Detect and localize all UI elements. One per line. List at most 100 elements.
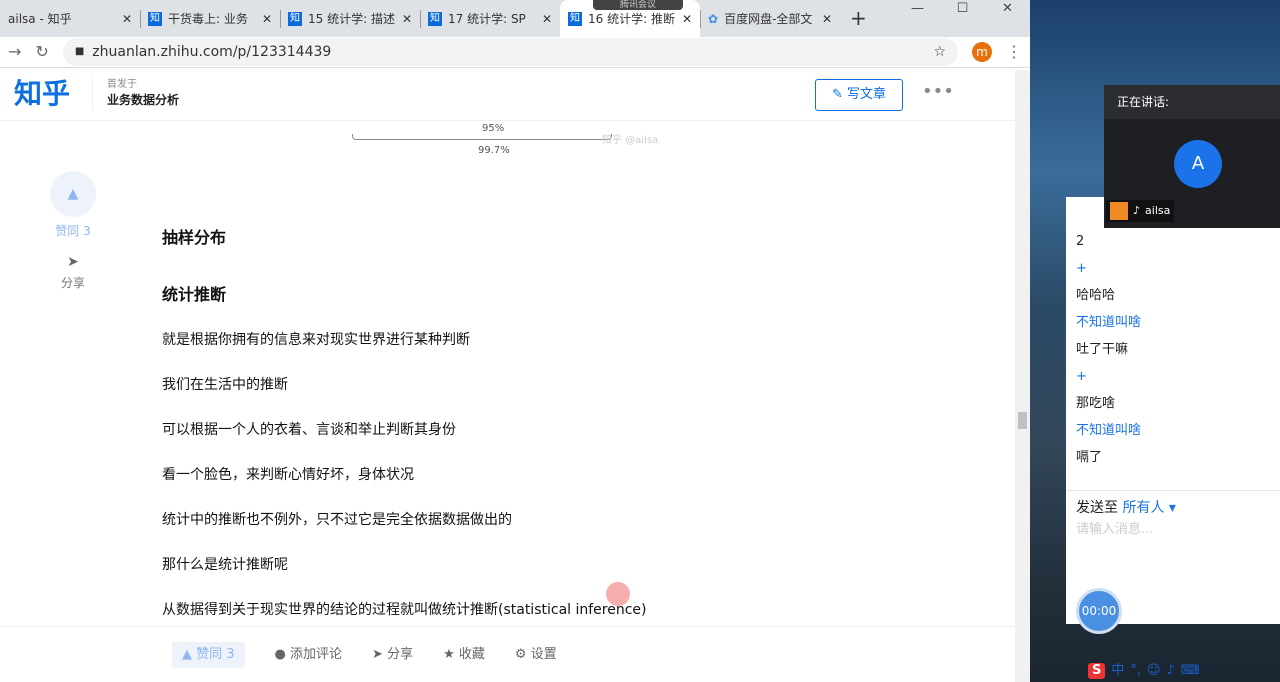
tab-3[interactable]: 知 17 统计学: SP ✕ — [420, 0, 560, 37]
write-article-button[interactable]: ✎ 写文章 — [815, 79, 903, 111]
scrollbar-thumb[interactable] — [1018, 412, 1027, 429]
share-icon[interactable]: ➤ — [50, 253, 96, 271]
meeting-pill[interactable]: 腾讯会议 — [593, 0, 683, 10]
ime-toolbar: S 中 °, ☺ ♪ ⌨ — [1088, 662, 1200, 680]
close-icon[interactable]: ✕ — [542, 11, 552, 27]
close-icon[interactable]: ✕ — [402, 11, 412, 27]
tab-title: ailsa - 知乎 — [8, 11, 72, 26]
share-label[interactable]: 分享 — [50, 275, 96, 291]
paragraph: 从数据得到关于现实世界的结论的过程就叫做统计推断(statistical inf… — [162, 602, 647, 618]
close-icon[interactable]: ✕ — [122, 11, 132, 27]
chat-messages: 2 + 哈哈哈 不知道叫啥 吐了干嘛 + 那吃啥 不知道叫啥 嗝了 — [1066, 197, 1280, 475]
heading: 统计推断 — [162, 285, 227, 304]
star-icon: ★ — [443, 646, 455, 662]
chat-message: + — [1076, 369, 1087, 384]
lock-icon: ■ — [74, 46, 85, 57]
write-label: 写文章 — [847, 87, 887, 103]
forward-icon[interactable]: → — [8, 43, 21, 61]
article-content: 95% 99.7% 知乎 @ailsa ▲ 赞同 3 ➤ 分享 抽样分布 统计推… — [0, 121, 1015, 626]
zhihu-icon: 知 — [428, 11, 442, 26]
figure-fragment: 95% 99.7% 知乎 @ailsa — [352, 121, 672, 161]
share-icon: ➤ — [372, 646, 383, 662]
mouse-cursor-highlight — [606, 582, 630, 606]
zhihu-header: 知乎 首发于业务数据分析 ✎ 写文章 ••• — [0, 68, 1030, 121]
recording-timer[interactable]: 00:00 — [1076, 588, 1122, 634]
upvote-button[interactable]: ▲ — [50, 171, 96, 217]
zhihu-icon: 知 — [288, 11, 302, 26]
bracket-line — [352, 134, 612, 140]
column-name: 业务数据分析 — [107, 93, 180, 107]
side-actions: ▲ 赞同 3 ➤ 分享 — [50, 171, 96, 291]
share-label: 分享 — [387, 646, 414, 662]
ime-mode[interactable]: 中 — [1111, 663, 1124, 679]
upvote-button[interactable]: ▲ 赞同 3 — [172, 641, 245, 668]
settings-button[interactable]: ⚙ 设置 — [515, 646, 557, 664]
emoji-icon[interactable]: ☺ — [1147, 663, 1161, 679]
tab-5[interactable]: ✿ 百度网盘-全部文 ✕ — [700, 0, 840, 37]
comment-button[interactable]: ● 添加评论 — [275, 646, 343, 664]
close-icon[interactable]: ✕ — [822, 11, 832, 27]
ime-punct[interactable]: °, — [1130, 663, 1141, 679]
url-text: zhuanlan.zhihu.com/p/123314439 — [92, 44, 332, 60]
chat-input[interactable]: 请输入消息... — [1076, 522, 1153, 538]
window-controls: — ☐ ✕ — [895, 0, 1030, 18]
more-icon[interactable]: ••• — [922, 82, 954, 102]
label-99-7: 99.7% — [478, 145, 510, 156]
baidu-cloud-icon: ✿ — [708, 11, 719, 26]
tab-bar: ailsa - 知乎 ✕ 知干货毒上: 业务 ✕ 知 15 统计学: 描述 ✕ 知 17 … — [0, 0, 1030, 37]
column-prefix: 首发于 — [107, 79, 137, 90]
chat-message: 那吃啥 — [1076, 396, 1116, 411]
maximize-icon[interactable]: ☐ — [940, 0, 985, 18]
sogou-logo[interactable]: S — [1088, 663, 1106, 679]
paragraph: 我们在生活中的推断 — [162, 377, 288, 393]
close-icon[interactable]: ✕ — [262, 11, 272, 27]
mic-icon: ♪ — [1133, 204, 1141, 217]
zhihu-icon: 知 — [148, 11, 162, 26]
chat-message: + — [1076, 261, 1087, 276]
speaker-tag: ♪ ailsa — [1106, 200, 1175, 222]
url-input[interactable]: ■ zhuanlan.zhihu.com/p/123314439 ☆ — [62, 38, 958, 66]
star-icon[interactable]: ☆ — [933, 43, 946, 61]
collect-button[interactable]: ★ 收藏 — [443, 646, 485, 664]
tab-title: 干货毒上: 业务 — [168, 11, 248, 26]
tab-title: 15 统计学: 描述 — [308, 11, 395, 26]
mic-icon[interactable]: ♪ — [1167, 663, 1175, 679]
minimize-icon[interactable]: — — [895, 0, 940, 18]
comment-label: 添加评论 — [290, 646, 343, 662]
close-window-icon[interactable]: ✕ — [985, 0, 1030, 18]
new-tab-button[interactable]: + — [840, 0, 877, 37]
send-to-bar: 发送至 所有人 ▾ — [1066, 490, 1280, 525]
close-icon[interactable]: ✕ — [682, 11, 692, 27]
tab-0[interactable]: ailsa - 知乎 ✕ — [0, 0, 140, 37]
keyboard-icon[interactable]: ⌨ — [1181, 663, 1200, 679]
tab-2[interactable]: 知 15 统计学: 描述 ✕ — [280, 0, 420, 37]
edit-icon: ✎ — [831, 87, 843, 103]
tab-1[interactable]: 知干货毒上: 业务 ✕ — [140, 0, 280, 37]
zhihu-icon: 知 — [568, 11, 582, 26]
user-icon — [1110, 202, 1128, 220]
column-info[interactable]: 首发于 业务数据分析 — [92, 78, 179, 110]
share-button[interactable]: ➤ 分享 — [372, 646, 413, 664]
tab-title: 百度网盘-全部文 — [724, 11, 813, 26]
scrollbar[interactable] — [1015, 70, 1030, 682]
recipient-dropdown[interactable]: 所有人 ▾ — [1122, 500, 1175, 516]
speaker-name: ailsa — [1145, 204, 1171, 217]
paragraph: 那什么是统计推断呢 — [162, 557, 288, 573]
meeting-chat-panel: 2 + 哈哈哈 不知道叫啥 吐了干嘛 + 那吃啥 不知道叫啥 嗝了 发送至 所有… — [1066, 197, 1280, 624]
watermark: 知乎 @ailsa — [602, 135, 659, 146]
profile-avatar[interactable]: m — [972, 42, 992, 62]
avatar: A — [1174, 140, 1222, 188]
paragraph: 就是根据你拥有的信息来对现实世界进行某种判断 — [162, 332, 470, 348]
menu-icon[interactable]: ⋮ — [1006, 43, 1022, 61]
chat-message: 嗝了 — [1076, 450, 1103, 465]
comment-icon: ● — [274, 646, 286, 662]
paragraph: 统计中的推断也不例外，只不过它是完全依据数据做出的 — [162, 512, 512, 528]
tab-title: 17 统计学: SP — [448, 11, 526, 26]
reload-icon[interactable]: ↻ — [35, 43, 48, 61]
address-bar: → ↻ ■ zhuanlan.zhihu.com/p/123314439 ☆ m ⋮ — [0, 37, 1030, 68]
chat-message: 2 — [1076, 234, 1085, 249]
collect-label: 收藏 — [458, 646, 485, 662]
browser-window: ailsa - 知乎 ✕ 知干货毒上: 业务 ✕ 知 15 统计学: 描述 ✕ 知 17 … — [0, 0, 1030, 682]
zhihu-logo[interactable]: 知乎 — [14, 77, 92, 111]
article-body: 抽样分布 统计推断 就是根据你拥有的信息来对现实世界进行某种判断 我们在生活中的… — [162, 227, 882, 620]
